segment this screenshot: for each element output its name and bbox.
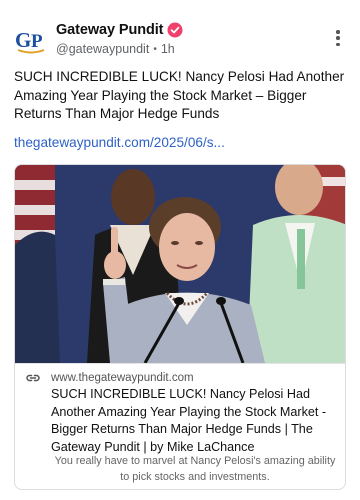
gateway-pundit-logo-icon: G P xyxy=(15,28,45,54)
author-handle[interactable]: @gatewaypundit xyxy=(56,42,149,56)
avatar[interactable]: G P xyxy=(14,22,48,56)
post-header: G P Gateway Pundit @gatewaypundit • 1h xyxy=(14,22,346,58)
card-domain-row: www.thegatewaypundit.com xyxy=(25,372,194,384)
author-names: Gateway Pundit @gatewaypundit • 1h xyxy=(56,21,183,56)
link-icon xyxy=(25,372,41,384)
card-image[interactable] xyxy=(15,165,345,363)
card-description: You really have to marvel at Nancy Pelos… xyxy=(54,455,336,483)
verified-badge-icon xyxy=(167,22,183,38)
card-body[interactable]: www.thegatewaypundit.com SUCH INCREDIBLE… xyxy=(15,363,345,489)
card-title[interactable]: SUCH INCREDIBLE LUCK! Nancy Pelosi Had A… xyxy=(51,386,339,456)
card-domain: www.thegatewaypundit.com xyxy=(51,372,194,384)
svg-text:P: P xyxy=(31,31,43,52)
post-text: SUCH INCREDIBLE LUCK! Nancy Pelosi Had A… xyxy=(14,69,345,121)
author-display-name[interactable]: Gateway Pundit xyxy=(56,22,163,38)
svg-text:G: G xyxy=(15,28,31,52)
social-post: G P Gateway Pundit @gatewaypundit • 1h S… xyxy=(0,0,360,500)
more-vertical-icon[interactable] xyxy=(330,27,346,49)
post-link[interactable]: thegatewaypundit.com/2025/06/s... xyxy=(14,135,225,150)
link-preview-card[interactable]: www.thegatewaypundit.com SUCH INCREDIBLE… xyxy=(14,164,346,490)
post-time[interactable]: 1h xyxy=(161,42,175,56)
separator-dot: • xyxy=(153,43,157,55)
